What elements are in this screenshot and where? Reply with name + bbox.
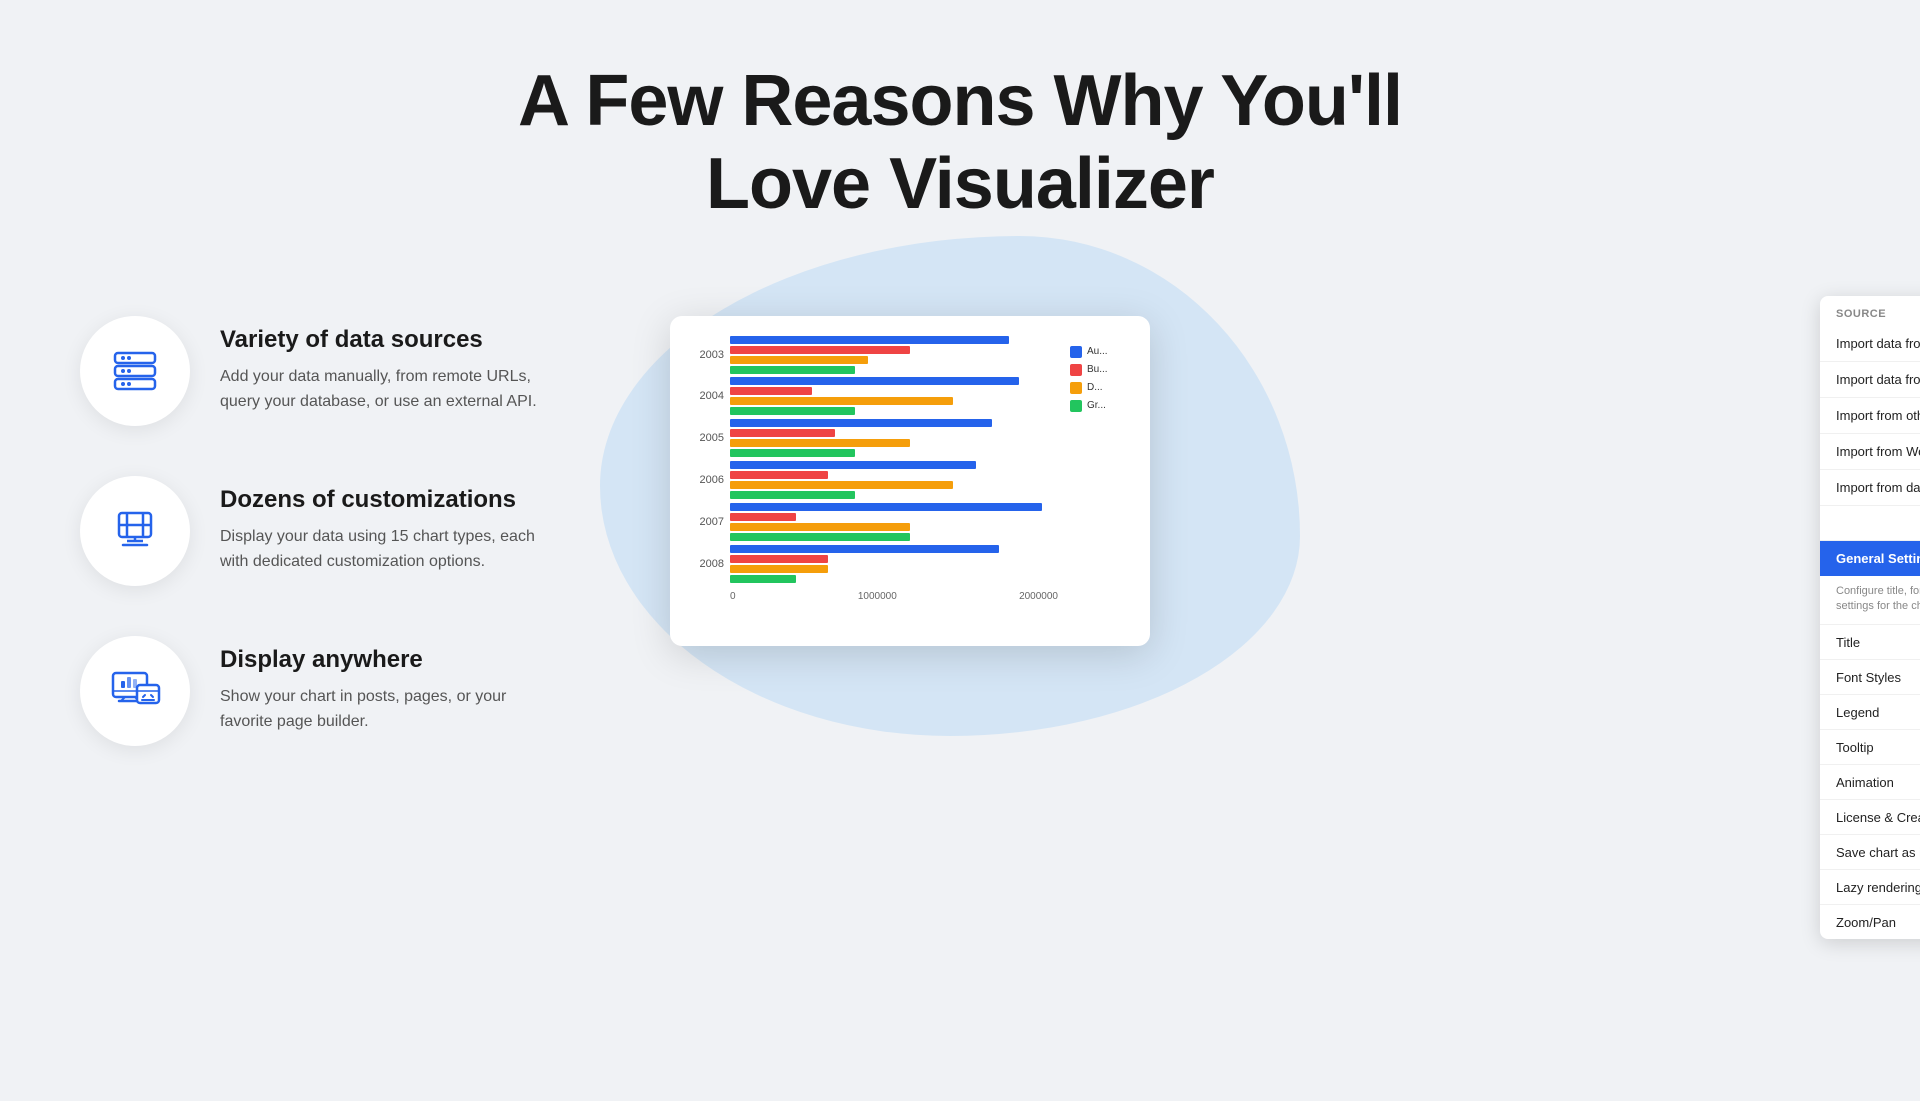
- settings-sub-font-styles[interactable]: Font Styles –: [1820, 660, 1920, 695]
- feature-title-1: Variety of data sources: [220, 326, 560, 354]
- legend-item-d: D...: [1070, 382, 1130, 394]
- legend-item-au: Au...: [1070, 346, 1130, 358]
- feature-text-3: Display anywhere Show your chart in post…: [220, 636, 560, 735]
- settings-menu-import-url[interactable]: Import data from URL ›: [1820, 362, 1920, 398]
- legend-dot-green: [1070, 400, 1082, 412]
- settings-general-header[interactable]: General Settings ∨: [1820, 541, 1920, 576]
- settings-sub-zoom[interactable]: Zoom/Pan –: [1820, 905, 1920, 939]
- legend-dot-red: [1070, 364, 1082, 376]
- legend-item-bu: Bu...: [1070, 364, 1130, 376]
- feature-title-3: Display anywhere: [220, 646, 560, 674]
- settings-menu-import-file[interactable]: Import data from file ›: [1820, 326, 1920, 362]
- feature-icon-circle-1: [80, 316, 190, 426]
- database-icon: [107, 343, 163, 399]
- settings-sub-legend[interactable]: Legend –: [1820, 695, 1920, 730]
- customization-icon: [107, 503, 163, 559]
- feature-item-customizations: Dozens of customizations Display your da…: [80, 476, 580, 586]
- feature-item-data-sources: Variety of data sources Add your data ma…: [80, 316, 580, 426]
- settings-sub-tooltip[interactable]: Tooltip –: [1820, 730, 1920, 765]
- feature-item-display: Display anywhere Show your chart in post…: [80, 636, 580, 746]
- feature-icon-circle-2: [80, 476, 190, 586]
- settings-menu-import-database[interactable]: Import from database ›: [1820, 470, 1920, 506]
- feature-desc-1: Add your data manually, from remote URLs…: [220, 364, 560, 415]
- content-area: Variety of data sources Add your data ma…: [80, 296, 1840, 796]
- chart-bars-area: 2003 2004: [690, 336, 1058, 626]
- chart-row-2007: 2007: [690, 503, 1058, 541]
- feature-text-2: Dozens of customizations Display your da…: [220, 476, 560, 575]
- settings-menu-import-wordpress[interactable]: Import from WordPress ›: [1820, 434, 1920, 470]
- chart-row-2006: 2006: [690, 461, 1058, 499]
- page-title: A Few Reasons Why You'll Love Visualizer: [80, 60, 1840, 226]
- settings-panel: Source Import data from file › Import da…: [1820, 296, 1920, 940]
- settings-sub-lazy[interactable]: Lazy rendering of chart –: [1820, 870, 1920, 905]
- chart-inner: 2003 2004: [690, 336, 1130, 626]
- feature-desc-2: Display your data using 15 chart types, …: [220, 524, 560, 575]
- legend-dot-orange: [1070, 382, 1082, 394]
- settings-menu-extra[interactable]: ›: [1820, 506, 1920, 541]
- chart-row-2004: 2004: [690, 377, 1058, 415]
- settings-general-desc: Configure title, font styles, tooltip, l…: [1820, 576, 1920, 626]
- features-list: Variety of data sources Add your data ma…: [80, 296, 580, 746]
- feature-title-2: Dozens of customizations: [220, 486, 560, 514]
- settings-menu-import-chart[interactable]: Import from other chart ›: [1820, 398, 1920, 434]
- chart-row-2003: 2003: [690, 336, 1058, 374]
- feature-desc-3: Show your chart in posts, pages, or your…: [220, 684, 560, 735]
- chart-x-axis: 0 1000000 2000000: [690, 591, 1058, 602]
- chart-legend: Au... Bu... D... Gr...: [1070, 336, 1130, 626]
- visual-area: 2003 2004: [640, 296, 1840, 796]
- settings-sub-save-chart[interactable]: Save chart as image inside Media Library…: [1820, 835, 1920, 870]
- chart-panel: 2003 2004: [670, 316, 1150, 646]
- chart-row-2008: 2008: [690, 545, 1058, 583]
- settings-sub-title[interactable]: Title –: [1820, 625, 1920, 660]
- settings-source-header: Source: [1820, 296, 1920, 326]
- page-wrapper: A Few Reasons Why You'll Love Visualizer: [0, 0, 1920, 876]
- legend-dot-blue: [1070, 346, 1082, 358]
- settings-sub-animation[interactable]: Animation –: [1820, 765, 1920, 800]
- legend-item-gr: Gr...: [1070, 400, 1130, 412]
- chart-row-2005: 2005: [690, 419, 1058, 457]
- monitor-icon: [107, 663, 163, 719]
- feature-icon-circle-3: [80, 636, 190, 746]
- feature-text-1: Variety of data sources Add your data ma…: [220, 316, 560, 415]
- settings-sub-license[interactable]: License & Creator –: [1820, 800, 1920, 835]
